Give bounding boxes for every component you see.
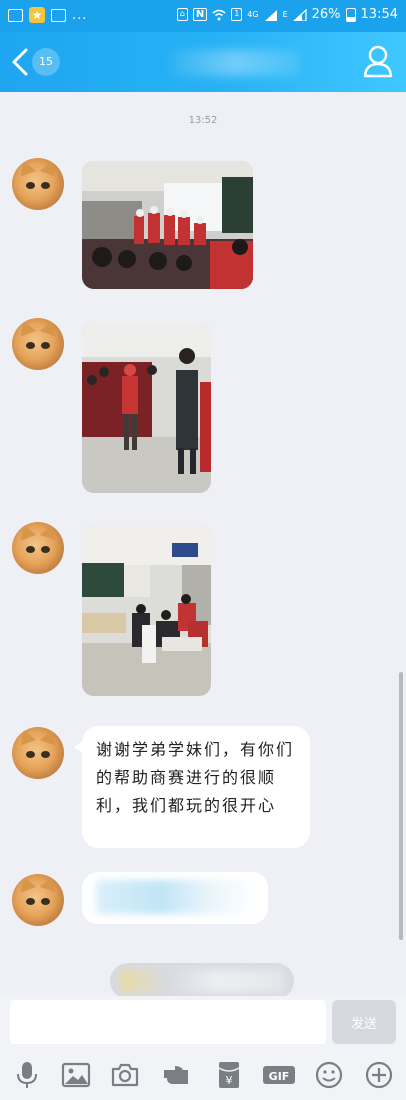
nfc-icon: N [192, 8, 208, 21]
sender-avatar[interactable] [12, 318, 64, 370]
signal-icon-2 [292, 8, 307, 21]
sender-avatar[interactable] [12, 727, 64, 779]
status-bar: ★ ... ⌂ N 1 4G E 26% 13:54 [0, 0, 406, 32]
wifi-icon [212, 9, 226, 20]
battery-icon [345, 7, 356, 22]
gallery-notification-icon-2 [51, 8, 66, 22]
chat-image-classroom-3[interactable] [82, 525, 211, 696]
clock: 13:54 [360, 7, 398, 22]
gallery-notification-icon [8, 8, 23, 22]
network-4g-label: 4G [247, 10, 259, 19]
redacted-content [96, 880, 256, 914]
sender-avatar[interactable] [12, 522, 64, 574]
send-button[interactable]: 发送 [332, 1000, 396, 1044]
chat-image-classroom-1[interactable] [82, 161, 253, 289]
battery-percent: 26% [311, 7, 341, 22]
sender-avatar[interactable] [12, 158, 64, 210]
back-arrow-icon[interactable] [8, 46, 34, 78]
svg-text:¥: ¥ [226, 1074, 233, 1087]
sender-avatar[interactable] [12, 874, 64, 926]
text-message-bubble[interactable]: 谢谢学弟学妹们，有你们的帮助商赛进行的很顺利，我们都玩的很开心 [74, 726, 310, 848]
chat-header: 15 [0, 32, 406, 92]
sticker-icon[interactable] [161, 1060, 191, 1090]
network-e-label: E [282, 10, 288, 19]
chat-image-classroom-2[interactable] [82, 322, 211, 493]
sim-icon: 1 [231, 8, 243, 21]
composer: 发送 [0, 996, 406, 1048]
message-timestamp: 13:52 [188, 115, 218, 126]
message-input[interactable] [10, 1000, 326, 1044]
emoji-icon[interactable] [314, 1060, 344, 1090]
plus-icon[interactable] [364, 1060, 394, 1090]
message-text: 谢谢学弟学妹们，有你们的帮助商赛进行的很顺利，我们都玩的很开心 [96, 740, 295, 815]
star-notification-icon: ★ [29, 7, 45, 23]
text-message-bubble-redacted[interactable] [82, 872, 268, 924]
mic-icon[interactable] [12, 1060, 42, 1090]
system-tip-redacted [110, 963, 294, 999]
composer-toolbar: ¥ GIF [0, 1048, 406, 1100]
svg-text:GIF: GIF [269, 1070, 290, 1083]
signal-icon [264, 9, 277, 21]
security-icon: ⌂ [176, 8, 188, 21]
image-icon[interactable] [61, 1060, 91, 1090]
camera-icon[interactable] [110, 1060, 140, 1090]
red-packet-icon[interactable]: ¥ [214, 1060, 244, 1090]
chat-title-redacted [170, 50, 300, 76]
person-icon[interactable] [362, 44, 394, 78]
unread-count-badge[interactable]: 15 [32, 48, 60, 76]
overflow-dots: ... [72, 7, 88, 23]
gif-icon[interactable]: GIF [262, 1060, 296, 1090]
scrollbar-thumb[interactable] [399, 672, 403, 940]
